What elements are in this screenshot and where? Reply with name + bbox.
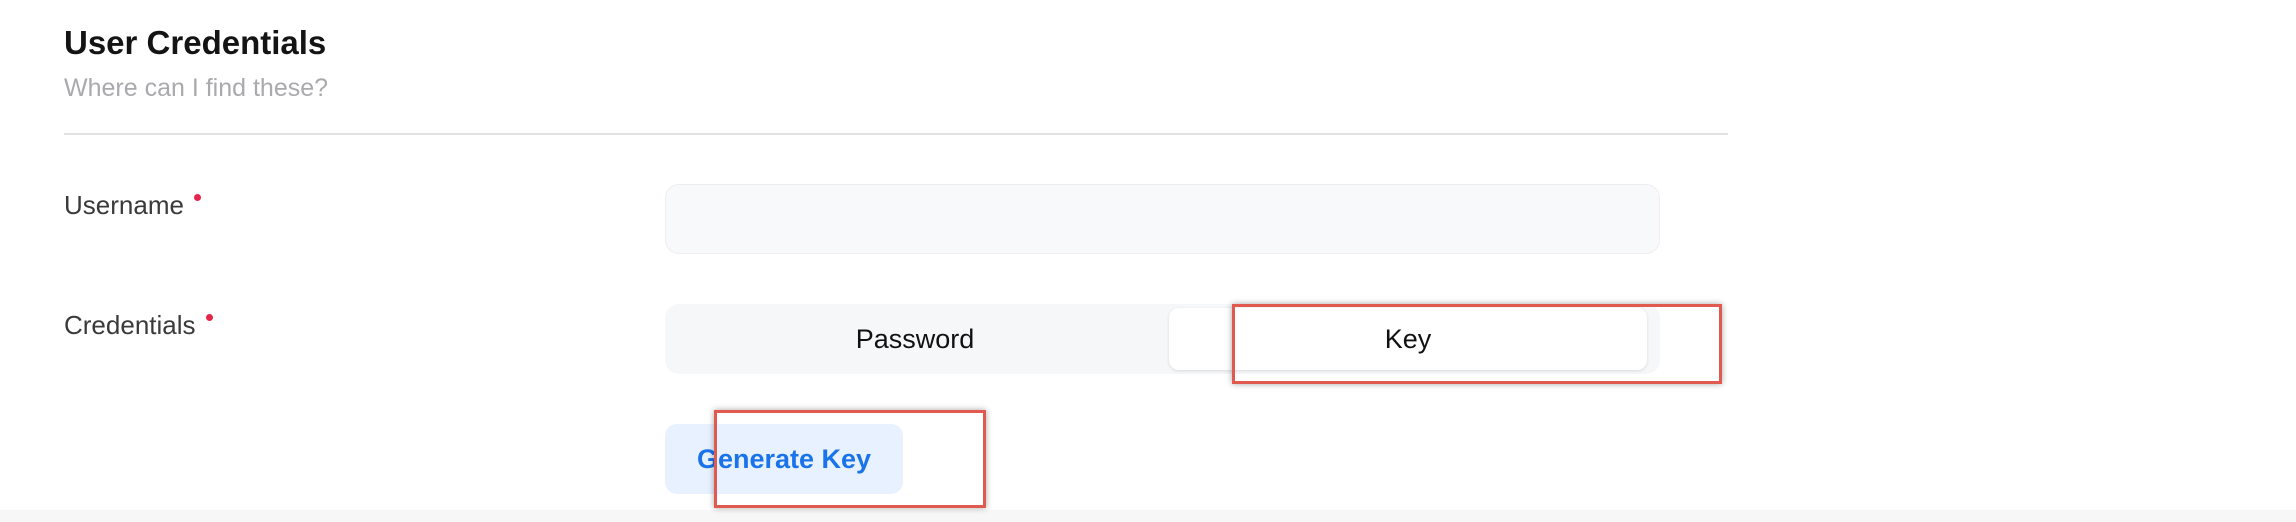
credentials-label: Credentials [64,310,213,341]
credentials-type-toggle: Password Key [665,304,1660,374]
credentials-option-password[interactable]: Password [665,304,1165,374]
username-label-text: Username [64,190,184,220]
bottom-shade [0,510,2296,522]
username-label: Username [64,190,201,221]
required-indicator-icon [193,194,201,201]
credentials-label-text: Credentials [64,310,196,340]
required-indicator-icon [205,314,213,321]
section-divider [64,133,1728,135]
section-title: User Credentials [64,24,327,61]
username-input[interactable] [665,184,1660,254]
generate-key-button[interactable]: Generate Key [665,424,903,494]
credentials-option-key[interactable]: Key [1169,308,1647,370]
help-link[interactable]: Where can I find these? [64,74,328,103]
